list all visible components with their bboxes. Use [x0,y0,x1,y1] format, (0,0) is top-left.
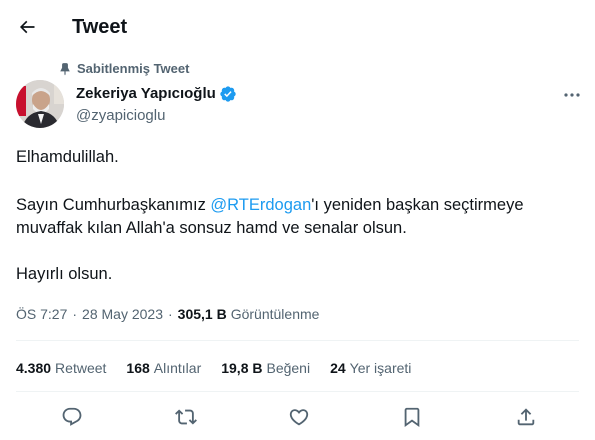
tweet-paragraph-3: Hayırlı olsun. [16,265,113,283]
retweets-count: 4.380 [16,360,52,376]
more-options-button[interactable] [558,86,586,104]
header: Tweet [0,0,595,54]
author-name[interactable]: Zekeriya Yapıcıoğlu [76,84,216,104]
share-icon [517,408,535,426]
avatar[interactable] [16,80,64,128]
retweets-label: Retweet [55,360,107,376]
likes-label: Beğeni [266,360,311,376]
tweet-paragraph-1: Elhamdulillah. [16,148,119,166]
tweet-page: Tweet Sabitlenmiş Tweet Zekeriya Yapıcıo… [0,0,595,440]
like-button[interactable] [286,404,312,430]
bookmarks-count: 24 [330,360,346,376]
meta-separator: · [72,306,78,322]
author-name-row: Zekeriya Yapıcıoğlu [76,84,237,104]
tweet-text-segment: Sayın Cumhurbaşkanımız [16,196,211,214]
bookmarks-label: Yer işareti [349,360,412,376]
views-count: 305,1 B [177,306,227,322]
bookmark-icon [404,407,420,428]
page-title: Tweet [72,16,128,38]
reply-button[interactable] [59,404,85,430]
views-label: Görüntülenme [230,306,320,322]
bookmarks-stat[interactable]: 24 Yer işareti [330,360,411,376]
quotes-count: 168 [126,360,150,376]
retweet-button[interactable] [173,404,199,430]
mention-link[interactable]: @RTErdogan [210,196,311,214]
divider [16,391,579,392]
reply-icon [62,407,82,426]
meta-separator: · [168,306,173,322]
quotes-label: Alıntılar [153,360,202,376]
divider [16,340,579,341]
author-handle[interactable]: @zyapicioglu [76,106,165,126]
more-dots-icon [564,93,580,97]
arrow-left-icon [19,20,35,34]
share-button[interactable] [513,404,539,430]
tweet-date[interactable]: 28 May 2023 [82,306,163,322]
bookmark-button[interactable] [399,404,425,430]
tweet-meta: ÖS 7:27 · 28 May 2023 · 305,1 B Görüntül… [16,306,319,322]
tweet-stats: 4.380 Retweet 168 Alıntılar 19,8 B Beğen… [16,360,431,376]
likes-stat[interactable]: 19,8 B Beğeni [221,360,310,376]
verified-badge-icon [219,85,237,103]
retweets-stat[interactable]: 4.380 Retweet [16,360,106,376]
tweet-paragraph-2: Sayın Cumhurbaşkanımız @RTErdogan'ı yeni… [16,194,576,240]
pin-icon [58,62,72,81]
likes-count: 19,8 B [221,360,263,376]
tweet-time[interactable]: ÖS 7:27 [16,306,67,322]
pinned-label: Sabitlenmiş Tweet [77,61,190,76]
back-button[interactable] [10,10,44,44]
tweet-actions [0,400,595,434]
heart-icon [289,409,309,426]
retweet-icon [175,409,197,425]
quotes-stat[interactable]: 168 Alıntılar [126,360,201,376]
